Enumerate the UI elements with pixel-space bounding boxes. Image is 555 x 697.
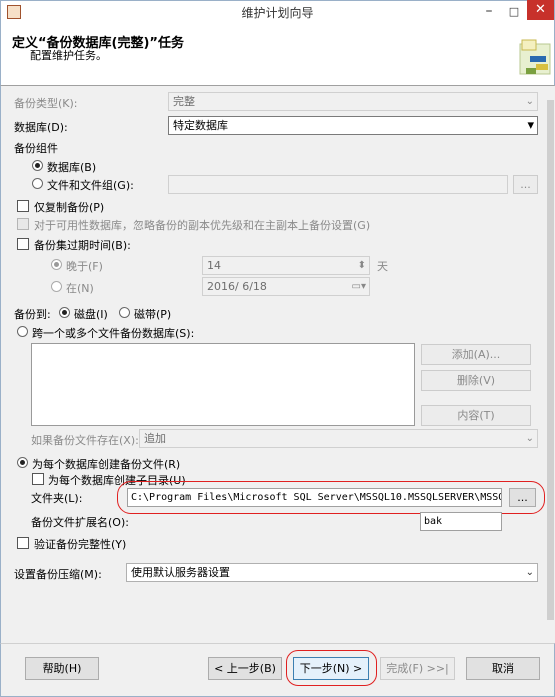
component-files-label[interactable]: 文件和文件组(G):: [47, 177, 134, 193]
if-exists-value: 追加: [144, 432, 166, 445]
component-database-radio[interactable]: [32, 160, 43, 171]
chevron-down-icon: ▾: [527, 118, 534, 133]
tape-radio[interactable]: [119, 307, 130, 318]
close-button[interactable]: ✕: [527, 0, 554, 20]
window-title: 维护计划向导: [241, 6, 314, 20]
availability-checkbox: [17, 218, 29, 230]
expire-after-label: 晚于(F): [66, 260, 103, 273]
add-button: 添加(A)...: [421, 344, 531, 365]
folder-label: 文件夹(L):: [31, 492, 83, 505]
expire-after-spinner: 14 ⬍: [202, 256, 370, 275]
expire-after-radio: [51, 259, 62, 270]
expire-on-value: 2016/ 6/18: [207, 280, 267, 293]
highlight-ellipse-next: [286, 650, 377, 686]
component-database-label[interactable]: 数据库(B): [47, 159, 96, 175]
create-per-db-radio[interactable]: [17, 457, 28, 468]
compression-value: 使用默认服务器设置: [131, 566, 230, 579]
disk-radio[interactable]: [59, 307, 70, 318]
create-per-db-label[interactable]: 为每个数据库创建备份文件(R): [32, 456, 180, 472]
backup-files-list[interactable]: [31, 343, 415, 426]
minimize-button[interactable]: –: [478, 2, 500, 22]
extension-input[interactable]: bak: [420, 512, 502, 531]
span-files-label[interactable]: 跨一个或多个文件备份数据库(S):: [32, 325, 194, 341]
component-files-browse-button: ...: [513, 175, 538, 194]
verify-checkbox[interactable]: [17, 537, 29, 549]
maximize-button[interactable]: □: [504, 2, 524, 22]
expire-on-date-picker: 2016/ 6/18 ▭▾: [202, 277, 370, 296]
verify-label[interactable]: 验证备份完整性(Y): [34, 536, 126, 552]
back-button[interactable]: < 上一步(B): [208, 657, 282, 680]
component-files-field: [168, 175, 508, 194]
database-value: 特定数据库: [173, 119, 228, 132]
create-subdir-checkbox[interactable]: [32, 473, 44, 485]
wizard-graphic-icon: [519, 39, 551, 75]
expire-label[interactable]: 备份集过期时间(B):: [34, 237, 131, 253]
span-files-radio[interactable]: [17, 326, 28, 337]
disk-label[interactable]: 磁盘(I): [74, 306, 108, 322]
finish-button: 完成(F) >>|: [380, 657, 455, 680]
compression-select[interactable]: 使用默认服务器设置 ⌄: [126, 563, 538, 582]
backup-component-label: 备份组件: [14, 142, 58, 155]
backup-to-label: 备份到:: [14, 308, 51, 321]
expire-unit-label: 天: [377, 260, 388, 273]
database-select[interactable]: 特定数据库 ▾: [168, 116, 538, 135]
tape-label[interactable]: 磁带(P): [134, 306, 171, 322]
highlight-ellipse-folder: [117, 481, 545, 514]
page-subtitle: 配置维护任务。: [30, 49, 107, 62]
expire-on-label: 在(N): [66, 282, 94, 295]
availability-label: 对于可用性数据库，忽略备份的副本优先级和在主副本上备份设置(G): [34, 219, 371, 232]
component-files-radio[interactable]: [32, 178, 43, 189]
contents-button: 内容(T): [421, 405, 531, 426]
expire-checkbox[interactable]: [17, 238, 29, 250]
help-button[interactable]: 帮助(H): [25, 657, 99, 680]
if-exists-label: 如果备份文件存在(X):: [31, 434, 139, 447]
expire-on-radio: [51, 281, 62, 292]
chevron-down-icon: ⌄: [525, 433, 534, 444]
if-exists-select: 追加 ⌄: [139, 429, 538, 448]
backup-type-select: 完整 ⌄: [168, 92, 538, 111]
compression-label: 设置备份压缩(M):: [14, 568, 102, 581]
chevron-down-icon: ⌄: [525, 567, 534, 578]
cancel-button[interactable]: 取消: [466, 657, 540, 680]
spinner-arrows-icon: ⬍: [357, 260, 366, 271]
calendar-icon: ▭▾: [351, 281, 366, 292]
expire-after-value: 14: [207, 259, 221, 272]
remove-button: 删除(V): [421, 370, 531, 391]
extension-label: 备份文件扩展名(O):: [31, 516, 129, 529]
database-label: 数据库(D):: [14, 121, 68, 134]
scrollbar-thumb[interactable]: [547, 100, 554, 620]
copy-only-checkbox[interactable]: [17, 200, 29, 212]
backup-type-value: 完整: [173, 95, 195, 108]
chevron-down-icon: ⌄: [525, 96, 534, 107]
copy-only-label[interactable]: 仅复制备份(P): [34, 199, 104, 215]
backup-type-label: 备份类型(K):: [14, 97, 78, 110]
